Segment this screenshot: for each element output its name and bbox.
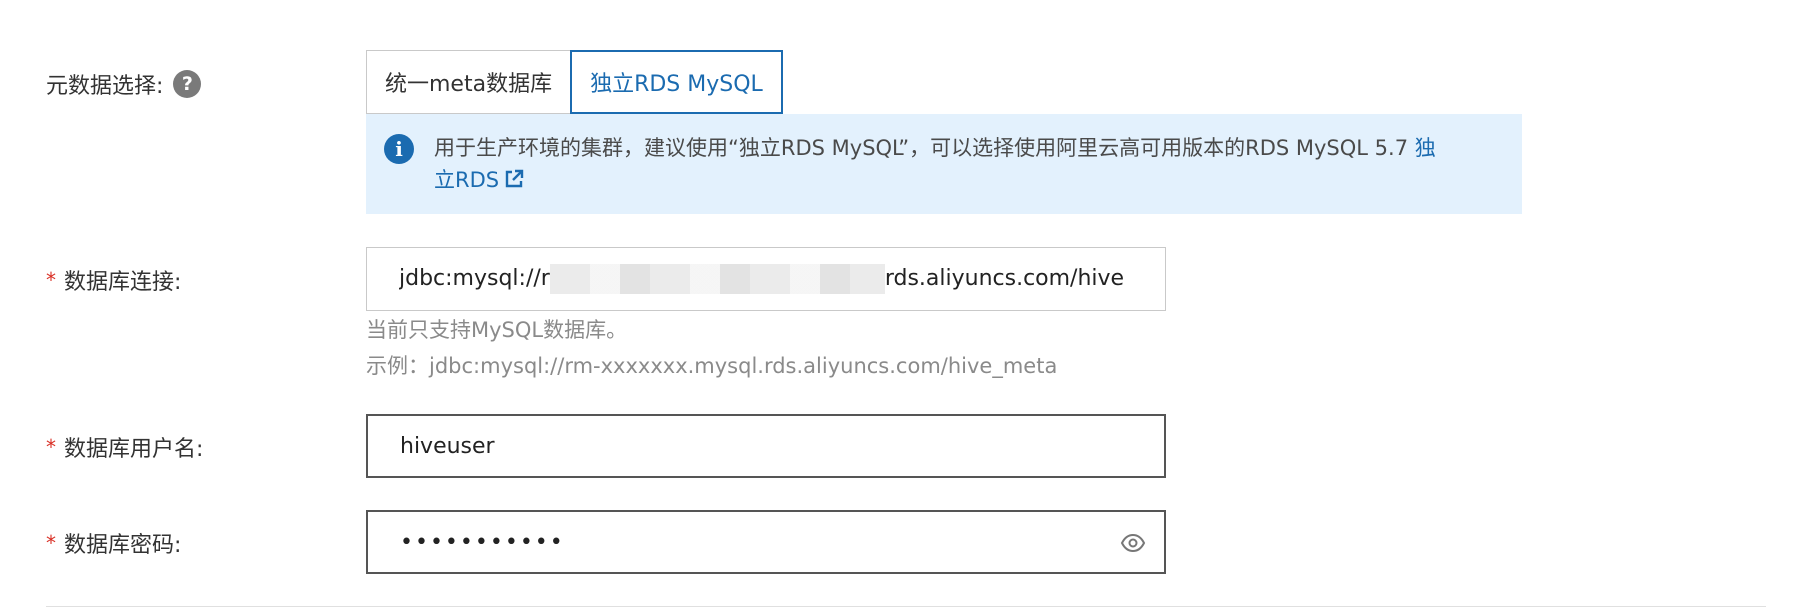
help-icon[interactable]: ? bbox=[173, 70, 202, 98]
db-username-value: hiveuser bbox=[400, 433, 495, 459]
db-password-label-row: * 数据库密码: bbox=[46, 527, 181, 559]
db-connection-value: jdbc:mysql://r rds.aliyuncs.com/hive bbox=[399, 264, 1124, 294]
redacted-host bbox=[549, 264, 885, 294]
bottom-divider bbox=[46, 606, 1766, 607]
info-notice: i 用于生产环境的集群，建议使用“独立RDS MySQL”，可以选择使用阿里云高… bbox=[366, 114, 1522, 214]
info-icon: i bbox=[384, 134, 414, 164]
metastore-config-form: 元数据选择: ? 统一meta数据库 独立RDS MySQL i 用于生产环境的… bbox=[0, 0, 1814, 608]
external-link-icon bbox=[505, 169, 524, 188]
db-connection-example: 示例：jdbc:mysql://rm-xxxxxxx.mysql.rds.ali… bbox=[366, 354, 1058, 378]
metadata-select-radio-group: 统一meta数据库 独立RDS MySQL bbox=[366, 50, 783, 114]
db-username-input[interactable]: hiveuser bbox=[366, 414, 1166, 478]
metadata-select-label: 元数据选择: bbox=[46, 74, 164, 99]
option-independent-rds[interactable]: 独立RDS MySQL bbox=[570, 50, 783, 114]
db-connection-input[interactable]: jdbc:mysql://r rds.aliyuncs.com/hive bbox=[366, 247, 1166, 311]
db-connection-hint: 当前只支持MySQL数据库。 bbox=[366, 318, 628, 342]
required-mark: * bbox=[46, 531, 56, 555]
notice-text-block: 用于生产环境的集群，建议使用“独立RDS MySQL”，可以选择使用阿里云高可用… bbox=[434, 132, 1444, 214]
db-connection-value-suffix: rds.aliyuncs.com/hive bbox=[884, 266, 1125, 291]
required-mark: * bbox=[46, 435, 56, 459]
required-mark: * bbox=[46, 268, 56, 292]
db-password-input[interactable]: ••••••••••• bbox=[366, 510, 1166, 574]
option-unified-meta[interactable]: 统一meta数据库 bbox=[366, 50, 572, 114]
db-connection-value-prefix: jdbc:mysql://r bbox=[399, 266, 550, 291]
notice-text: 用于生产环境的集群，建议使用“独立RDS MySQL”，可以选择使用阿里云高可用… bbox=[434, 136, 1409, 160]
db-password-label: 数据库密码: bbox=[64, 533, 182, 558]
db-password-value: ••••••••••• bbox=[400, 529, 565, 555]
db-username-label: 数据库用户名: bbox=[64, 437, 204, 462]
metadata-select-label-row: 元数据选择: ? bbox=[46, 68, 202, 100]
db-username-label-row: * 数据库用户名: bbox=[46, 431, 203, 463]
eye-icon[interactable] bbox=[1120, 532, 1146, 554]
db-connection-label-row: * 数据库连接: bbox=[46, 264, 181, 296]
db-connection-label: 数据库连接: bbox=[64, 270, 182, 295]
